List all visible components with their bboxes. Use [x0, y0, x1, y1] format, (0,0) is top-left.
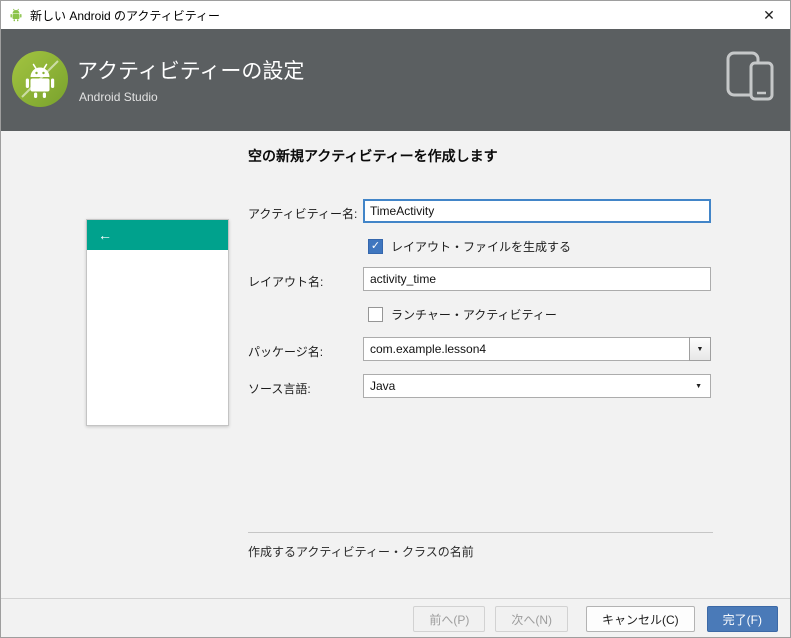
launcher-activity-row: ✓ ランチャー・アクティビティー — [368, 306, 557, 323]
package-name-combo: ▼ — [363, 337, 711, 361]
launcher-activity-label: ランチャー・アクティビティー — [391, 308, 557, 322]
source-language-value: Java — [370, 379, 396, 393]
wizard-content: 空の新規アクティビティーを作成します ← アクティビティー名: ✓ レイアウト・… — [1, 131, 790, 598]
source-language-label: ソース言語: — [248, 382, 311, 396]
finish-button[interactable]: 完了(F) — [706, 606, 778, 632]
package-name-input[interactable] — [363, 337, 689, 361]
wizard-header: アクティビティーの設定 Android Studio — [1, 29, 790, 131]
package-name-label: パッケージ名: — [248, 345, 324, 359]
close-button[interactable]: ✕ — [748, 1, 790, 29]
title-bar: 新しい Android のアクティビティー ✕ — [1, 1, 790, 29]
chevron-down-icon: ▼ — [695, 382, 702, 390]
generate-layout-row: ✓ レイアウト・ファイルを生成する — [368, 238, 571, 255]
source-language-select[interactable]: Java ▼ — [363, 374, 711, 398]
divider — [248, 532, 713, 533]
chevron-down-icon: ▼ — [696, 345, 704, 353]
launcher-activity-checkbox[interactable]: ✓ — [368, 307, 383, 322]
layout-name-input[interactable] — [363, 267, 711, 291]
generate-layout-checkbox[interactable]: ✓ — [368, 239, 383, 254]
preview-appbar: ← — [87, 220, 228, 250]
android-icon — [9, 8, 23, 22]
next-button[interactable]: 次へ(N) — [495, 606, 568, 632]
layout-name-label: レイアウト名: — [248, 275, 324, 289]
cancel-button[interactable]: キャンセル(C) — [586, 606, 695, 632]
back-arrow-icon: ← — [98, 227, 112, 243]
header-title: アクティビティーの設定 — [77, 60, 305, 83]
activity-name-input[interactable] — [363, 199, 711, 223]
android-studio-logo-icon — [11, 50, 69, 108]
package-dropdown-button[interactable]: ▼ — [689, 337, 711, 361]
previous-button[interactable]: 前へ(P) — [413, 606, 486, 632]
button-bar: 前へ(P) 次へ(N) キャンセル(C) 完了(F) — [1, 598, 790, 637]
new-activity-dialog: 新しい Android のアクティビティー ✕ アクティビティーの設定 Andr… — [0, 0, 791, 638]
page-title: 空の新規アクティビティーを作成します — [248, 148, 498, 164]
close-icon: ✕ — [763, 6, 775, 23]
window-title: 新しい Android のアクティビティー — [30, 8, 220, 23]
generate-layout-label: レイアウト・ファイルを生成する — [391, 240, 572, 254]
help-text: 作成するアクティビティー・クラスの名前 — [248, 545, 474, 559]
header-subtitle: Android Studio — [79, 90, 158, 104]
devices-icon — [726, 51, 774, 108]
check-icon: ✓ — [370, 240, 381, 252]
activity-preview-thumbnail: ← — [86, 219, 229, 426]
activity-name-label: アクティビティー名: — [248, 207, 358, 221]
